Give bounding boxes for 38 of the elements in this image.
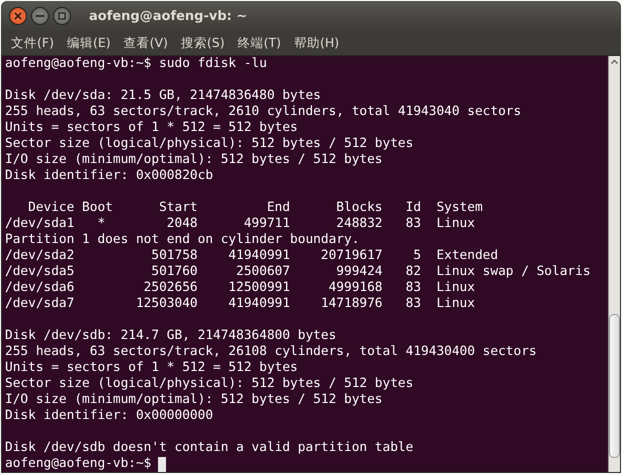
terminal-line: Disk /dev/sdb: 214.7 GB, 214748364800 bytes (5, 328, 338, 344)
menu-item[interactable]: 搜索(S) (180, 34, 225, 52)
terminal-line: Disk identifier: 0x000820cb (5, 168, 214, 184)
terminal-line: aofeng@aofeng-vb:~$ sudo fdisk -lu (5, 56, 268, 72)
close-icon (14, 12, 22, 20)
terminal-line: Disk identifier: 0x00000000 (5, 408, 214, 424)
menu-item[interactable]: 查看(V) (124, 34, 168, 52)
shell-prompt: aofeng@aofeng-vb:~$ (5, 456, 152, 472)
terminal-line: Units = sectors of 1 * 512 = 512 bytes (5, 120, 299, 136)
menu-item[interactable]: 编辑(E) (66, 34, 111, 52)
minimize-icon (36, 15, 44, 17)
terminal-line: Partition 1 does not end on cylinder boundary. (5, 232, 360, 248)
terminal-line: /dev/sda7 12503040 41940991 14718976 83 Linux (5, 296, 476, 312)
window-title: aofeng@aofeng-vb: ~ (89, 8, 248, 24)
menu-item[interactable]: 帮助(H) (294, 34, 340, 52)
scrollbar[interactable] (608, 56, 620, 472)
text-cursor (158, 456, 166, 472)
maximize-icon (58, 12, 66, 20)
terminal-line: I/O size (minimum/optimal): 512 bytes / 512 bytes (5, 152, 384, 168)
terminal-line: /dev/sda2 501758 41940991 20719617 5 Extended (5, 248, 500, 264)
terminal-line: Sector size (logical/physical): 512 bytes / 512 bytes (5, 376, 414, 392)
terminal-line: Disk /dev/sdb doesn't contain a valid partition table (5, 440, 414, 456)
terminal-line: Units = sectors of 1 * 512 = 512 bytes (5, 360, 299, 376)
terminal-line: Disk /dev/sda: 21.5 GB, 21474836480 bytes (5, 88, 322, 104)
terminal-line: 255 heads, 63 sectors/track, 26108 cylinders, total 419430400 sectors (5, 344, 538, 360)
close-button[interactable] (9, 7, 27, 25)
menu-item[interactable]: 文件(F) (11, 34, 54, 52)
menu-item[interactable]: 终端(T) (238, 34, 282, 52)
terminal-line: /dev/sda6 2502656 12500991 4999168 83 Linux (5, 280, 476, 296)
terminal-line: I/O size (minimum/optimal): 512 bytes / 512 bytes (5, 392, 384, 408)
terminal-line: Sector size (logical/physical): 512 bytes / 512 bytes (5, 136, 414, 152)
scrollbar-thumb[interactable] (609, 314, 620, 458)
terminal-line: Device Boot Start End Blocks Id System (27, 200, 484, 216)
terminal-line: 255 heads, 63 sectors/track, 2610 cylinders, total 41943040 sectors (5, 104, 522, 120)
maximize-button[interactable] (53, 7, 71, 25)
minimize-button[interactable] (31, 7, 49, 25)
terminal-line: /dev/sda5 501760 2500607 999424 82 Linux swap / Solaris (5, 264, 592, 280)
terminal-line: /dev/sda1 * 2048 499711 248832 83 Linux (5, 216, 476, 232)
